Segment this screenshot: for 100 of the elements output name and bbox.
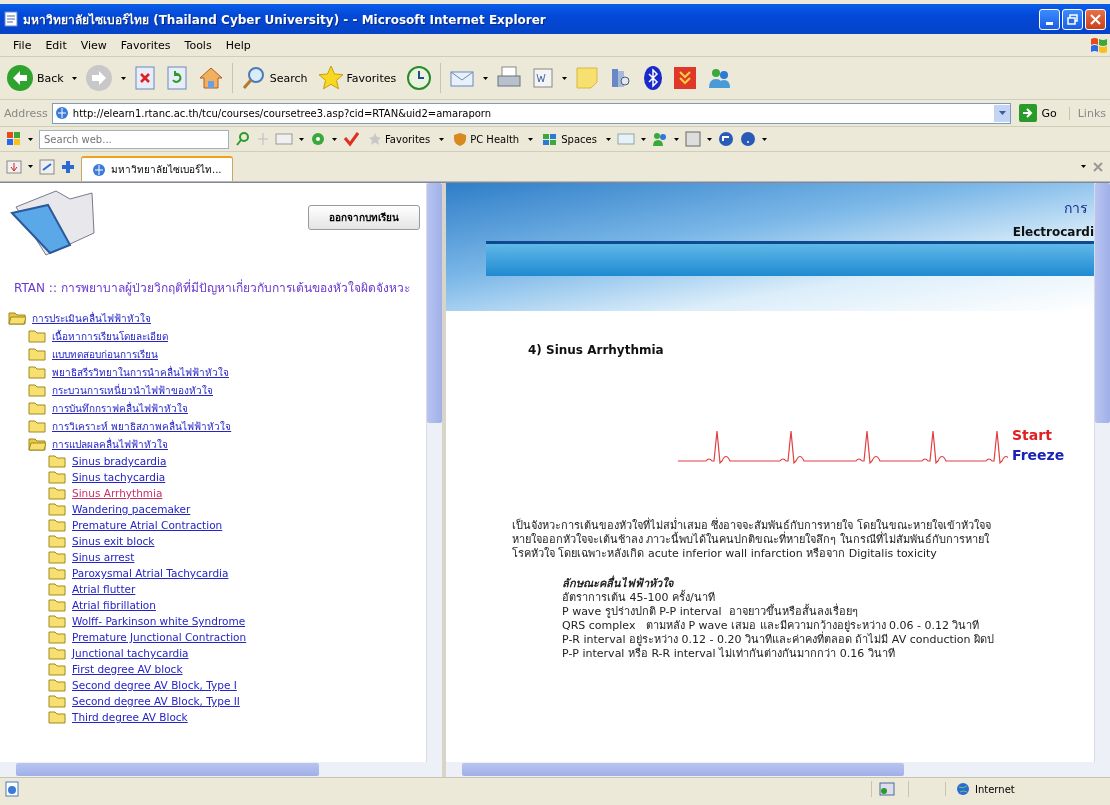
checkmark-icon[interactable] (343, 131, 359, 147)
tree-link[interactable]: การวิเคราะห์ พยาธิสภาพคลื่นไฟฟ้าหัวใจ (52, 418, 232, 434)
dropdown-arrow-icon[interactable] (528, 137, 534, 141)
dropdown-arrow-icon (998, 111, 1006, 115)
folder-icon (48, 470, 66, 484)
tree-link[interactable]: Junctional tachycardia (72, 647, 189, 659)
menu-item[interactable]: File (6, 36, 39, 54)
tree-link[interactable]: Sinus bradycardia (72, 455, 167, 467)
toolbar-link[interactable]: Spaces (539, 132, 600, 146)
dropdown-arrow-icon[interactable] (605, 137, 611, 141)
dropdown-arrow-icon[interactable] (28, 165, 33, 168)
squares-icon (542, 132, 559, 146)
dropdown-arrow-icon[interactable] (673, 137, 679, 141)
tree-link[interactable]: Paroxysmal Atrial Tachycardia (72, 567, 229, 579)
tree-link[interactable]: การแปลผลคลื่นไฟฟ้าหัวใจ (52, 436, 168, 452)
tree-link[interactable]: Premature Junctional Contraction (72, 631, 247, 643)
tree-link[interactable]: Atrial fibrillation (72, 599, 156, 611)
folder-icon (48, 598, 66, 612)
banner-subtitle: Electrocardi (1012, 225, 1094, 239)
star-icon (317, 65, 344, 91)
people-icon[interactable] (651, 131, 668, 147)
download-icon (673, 66, 698, 90)
close-icon[interactable] (1092, 160, 1104, 173)
tree-link[interactable]: Premature Atrial Contraction (72, 519, 223, 531)
tree-link[interactable]: Atrial flutter (72, 583, 136, 595)
toolbar-link[interactable]: Favorites (365, 132, 434, 146)
minimize-icon (1046, 21, 1053, 25)
exit-lesson-button[interactable]: ออกจากบทเรียน (308, 205, 420, 230)
search-field[interactable]: Search web... (39, 129, 229, 149)
tree-link[interactable]: Sinus tachycardia (72, 471, 166, 483)
tree-link[interactable]: Sinus Arrhythmia (72, 487, 163, 499)
document-icon (532, 67, 555, 89)
menu-item[interactable]: Favorites (113, 36, 178, 54)
description-text: เป็นจังหวะการเต้นของหัวใจที่ไม่สม่ำเสมอ ซึ่งอาจจะสัมพันธ์กับการหายใจ โดยในขณะหายใจเข้าหัวใจจ (512, 519, 992, 532)
menu-item[interactable]: Edit (38, 36, 74, 54)
tree-link[interactable]: พยาธิสรีรวิทยาในการนำคลื่นไฟฟ้าหัวใจ (52, 364, 229, 380)
toolbar-link[interactable]: PC Health (450, 132, 523, 146)
image-icon[interactable] (684, 131, 701, 147)
tree-link[interactable]: การประเมินคลื่นไฟฟ้าหัวใจ (32, 310, 151, 326)
dropdown-arrow-icon[interactable] (640, 137, 646, 141)
restore-button[interactable] (1062, 8, 1083, 30)
plus-icon[interactable] (61, 159, 75, 174)
tree-link[interactable]: Second degree AV Block, Type II (72, 695, 240, 707)
tree-link[interactable]: First degree AV block (72, 663, 183, 675)
menu-item[interactable]: Tools (177, 36, 219, 54)
tree-link[interactable]: Wandering pacemaker (72, 503, 191, 515)
windows-logo-icon (1088, 35, 1110, 55)
folder-icon (48, 614, 66, 628)
horizontal-scrollbar[interactable] (0, 762, 442, 777)
tree-link[interactable]: Second degree AV Block, Type I (72, 679, 237, 691)
close-button[interactable] (1085, 8, 1106, 30)
vertical-scrollbar[interactable] (1094, 183, 1110, 762)
characteristics-title: ลักษณะคลื่นไฟฟ้าหัวใจ (562, 577, 675, 590)
tree-link[interactable]: Wolff- Parkinson white Syndrome (72, 615, 246, 627)
horizontal-scrollbar[interactable] (446, 762, 1110, 777)
freeze-link[interactable]: Freeze (1012, 447, 1065, 463)
search-button[interactable]: Search (238, 63, 310, 93)
favorites-button[interactable]: Favorites (315, 63, 399, 93)
back-button[interactable]: Back (4, 62, 66, 94)
dropdown-arrow-icon[interactable] (761, 137, 767, 141)
start-link[interactable]: Start (1012, 427, 1065, 443)
folder-icon (8, 187, 98, 257)
tree-link[interactable]: Sinus exit block (72, 535, 155, 547)
tree-link[interactable]: Sinus arrest (72, 551, 135, 563)
windows-flag-icon (6, 131, 22, 147)
minimize-button[interactable] (1039, 8, 1060, 30)
security-zone: Internet (975, 783, 1015, 795)
dropdown-arrow-icon[interactable] (299, 137, 304, 141)
dropdown-arrow-icon[interactable] (120, 76, 126, 80)
dropdown-arrow-icon[interactable] (483, 76, 489, 80)
characteristic-text: P wave รูปร่างปกติ P-P interval อาจยาวขึ้นหรือสั้นลงเรื่อยๆ (562, 605, 859, 619)
dropdown-arrow-icon[interactable] (562, 76, 568, 80)
bluetooth-icon (643, 65, 664, 91)
dropdown-arrow-icon[interactable] (1081, 165, 1086, 168)
folder-icon (48, 582, 66, 596)
menu-item[interactable]: Help (218, 36, 258, 54)
restore-icon (1067, 13, 1078, 25)
dropdown-arrow-icon[interactable] (706, 137, 712, 141)
browser-tab[interactable]: มหาวิทยาลัยไซเบอร์ไท... (81, 156, 233, 181)
address-field[interactable]: http://elearn1.rtanc.ac.th/tcu/courses/coursetree3.asp?cid=RTAN&uid2=amaraporn (51, 102, 1012, 124)
tree-link[interactable]: การบันทึกกราฟคลื่นไฟฟ้าหัวใจ (52, 400, 188, 416)
address-label: Address (4, 106, 48, 120)
go-button[interactable]: Go (1015, 104, 1061, 122)
dropdown-arrow-icon[interactable] (332, 137, 337, 141)
description-text: หายใจออกหัวใจจะเต้นช้าลง ภาวะนี้พบได้ในคนปกติขณะที่หายใจลึกๆ ในกรณีที่ไม่สัมพันธ์กับการหายใ (512, 533, 990, 547)
dropdown-arrow-icon[interactable] (71, 76, 77, 80)
folder-icon (48, 566, 66, 580)
tree-link[interactable]: Third degree AV Block (72, 711, 188, 723)
dropdown-arrow-icon[interactable] (439, 137, 445, 141)
quick-tabs-icon[interactable] (39, 158, 55, 175)
vertical-scrollbar[interactable] (426, 183, 442, 762)
menu-item[interactable]: View (73, 36, 114, 54)
dropdown-arrow-icon[interactable] (28, 137, 33, 141)
search-icon[interactable] (235, 131, 251, 147)
folder-icon (48, 486, 66, 500)
tab-list-icon[interactable] (6, 158, 22, 175)
tree-link[interactable]: กระบวนการเหนี่ยวนำไฟฟ้าของหัวใจ (52, 382, 213, 398)
folder-icon (48, 454, 66, 468)
tree-link[interactable]: เนื้อหาการเรียนโดยละเอียด (52, 328, 168, 344)
tree-link[interactable]: แบบทดสอบก่อนการเรียน (52, 346, 158, 362)
